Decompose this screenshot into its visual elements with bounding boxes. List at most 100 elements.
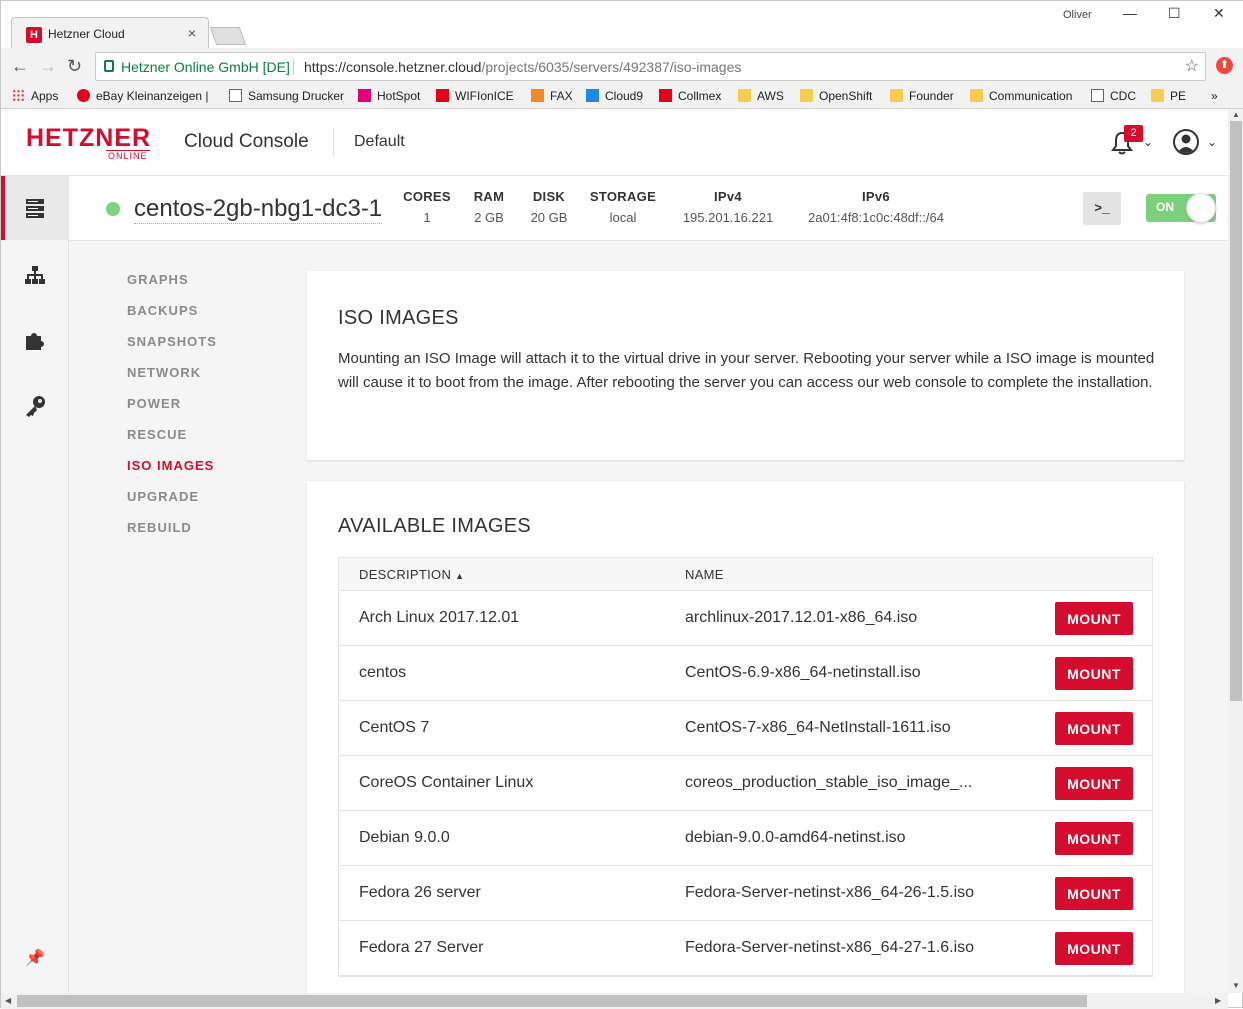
toggle-knob (1186, 193, 1216, 223)
submenu-upgrade[interactable]: UPGRADE (127, 489, 199, 504)
submenu-rescue[interactable]: RESCUE (127, 427, 187, 442)
close-tab-icon[interactable]: × (188, 25, 196, 41)
url-text[interactable]: https://console.hetzner.cloud/projects/6… (304, 59, 741, 75)
profile-name[interactable]: Oliver (1063, 9, 1092, 21)
bookmark-label: HotSpot (377, 89, 421, 103)
bookmark-cdc[interactable]: CDC (1091, 89, 1136, 103)
horizontal-scrollbar[interactable]: ◀ ▶ (1, 993, 1228, 1009)
extension-icon[interactable]: ⬆ (1216, 57, 1233, 74)
spec-value[interactable]: 195.201.16.221 (673, 210, 783, 225)
bookmarks-overflow-icon[interactable]: » (1211, 89, 1218, 103)
new-tab-button[interactable] (209, 27, 247, 45)
spec-label: CORES (403, 189, 451, 204)
submenu-backups[interactable]: BACKUPS (127, 303, 198, 318)
chevron-down-icon[interactable]: ⌄ (1207, 135, 1217, 149)
mount-button[interactable]: MOUNT (1055, 932, 1133, 965)
mount-button[interactable]: MOUNT (1055, 767, 1133, 800)
scroll-right-icon[interactable]: ▶ (1215, 996, 1221, 1005)
server-name[interactable]: centos-2gb-nbg1-dc3-1 (134, 195, 383, 224)
bookmark-star-icon[interactable]: ☆ (1185, 56, 1199, 76)
address-bar[interactable]: Hetzner Online GmbH [DE] https://console… (95, 52, 1206, 81)
bookmark-hotspot[interactable]: HotSpot (358, 89, 420, 103)
close-window-icon[interactable]: ✕ (1213, 5, 1225, 22)
minimize-icon[interactable]: — (1123, 5, 1137, 21)
hetzner-logo[interactable]: HETZNER ONLINE (26, 126, 151, 162)
bookmark-collmex[interactable]: Collmex (659, 89, 721, 103)
available-images-title: AVAILABLE IMAGES (338, 515, 532, 537)
horizontal-scroll-thumb[interactable] (17, 995, 1087, 1007)
column-header-description[interactable]: DESCRIPTION ▲ (359, 567, 464, 582)
spec-value[interactable]: 2a01:4f8:1c0c:48df::/64 (796, 210, 956, 225)
bookmark-samsung[interactable]: Samsung Drucker (229, 89, 344, 103)
column-header-name[interactable]: NAME (685, 567, 724, 582)
tab-strip: H Hetzner Cloud × Oliver — ☐ ✕ (1, 1, 1243, 49)
network-sitemap-icon[interactable] (23, 263, 47, 287)
chevron-down-icon[interactable]: ⌄ (1143, 135, 1153, 149)
spec-disk: DISK 20 GB (524, 189, 574, 225)
mount-button[interactable]: MOUNT (1055, 877, 1133, 910)
bookmark-fax[interactable]: FAX (531, 89, 573, 103)
image-filename: Fedora-Server-netinst-x86_64-26-1.5.iso (685, 884, 975, 901)
bookmark-cloud9[interactable]: Cloud9 (586, 89, 643, 103)
bookmark-founder[interactable]: Founder (890, 89, 954, 103)
bookmark-aws[interactable]: AWS (738, 89, 784, 103)
bookmark-pe[interactable]: PE (1151, 89, 1186, 103)
pin-icon[interactable]: 📌 (23, 948, 47, 972)
mount-button[interactable]: MOUNT (1055, 657, 1133, 690)
submenu-network[interactable]: NETWORK (127, 365, 201, 380)
scroll-down-icon[interactable]: ▼ (1232, 981, 1240, 990)
vertical-scrollbar[interactable]: ▲ ▼ (1228, 109, 1243, 993)
submenu-power[interactable]: POWER (127, 396, 181, 411)
puzzle-icon[interactable] (23, 328, 47, 352)
table-header: DESCRIPTION ▲ NAME (339, 558, 1152, 591)
bookmark-label: AWS (757, 89, 784, 103)
bookmark-ebay[interactable]: eBay Kleinanzeigen | (77, 89, 209, 103)
project-selector[interactable]: Default (354, 133, 405, 151)
app-header: HETZNER ONLINE Cloud Console Default 2 ⌄… (1, 109, 1228, 176)
ev-certificate-label[interactable]: Hetzner Online GmbH [DE] (121, 59, 290, 75)
back-arrow-icon[interactable]: ← (11, 56, 29, 77)
folder-icon (970, 89, 983, 102)
submenu-iso-images[interactable]: ISO IMAGES (127, 458, 214, 473)
bookmark-apps[interactable]: Apps (12, 89, 58, 103)
vertical-scroll-thumb[interactable] (1230, 121, 1242, 701)
images-table: DESCRIPTION ▲ NAME Arch Linux 2017.12.01… (338, 557, 1153, 977)
scroll-up-icon[interactable]: ▲ (1232, 110, 1240, 119)
mount-button[interactable]: MOUNT (1055, 822, 1133, 855)
reload-icon[interactable]: ↻ (67, 56, 82, 77)
bookmark-label: WIFIonICE (455, 89, 514, 103)
image-description: Fedora 26 server (359, 884, 481, 901)
bookmark-openshift[interactable]: OpenShift (800, 89, 872, 103)
mount-button[interactable]: MOUNT (1055, 712, 1133, 745)
image-filename: coreos_production_stable_iso_image_... (685, 774, 973, 791)
scroll-left-icon[interactable]: ◀ (5, 996, 11, 1005)
bookmark-wifionice[interactable]: WIFIonICE (436, 89, 514, 103)
submenu-graphs[interactable]: GRAPHS (127, 272, 189, 287)
rail-item-servers[interactable] (1, 176, 69, 240)
bookmark-label: eBay Kleinanzeigen | (96, 89, 209, 103)
db-icon (436, 89, 449, 102)
console-button[interactable]: >_ (1083, 192, 1121, 225)
submenu-rebuild[interactable]: REBUILD (127, 520, 192, 535)
image-filename: CentOS-7-x86_64-NetInstall-1611.iso (685, 719, 951, 736)
spec-label: IPv4 (714, 189, 742, 204)
bookmark-communication[interactable]: Communication (970, 89, 1072, 103)
page-icon (1091, 89, 1104, 102)
image-description: Fedora 27 Server (359, 939, 484, 956)
notification-count-badge: 2 (1124, 125, 1143, 142)
lock-icon (104, 60, 114, 72)
submenu-snapshots[interactable]: SNAPSHOTS (127, 334, 217, 349)
sort-ascending-icon: ▲ (455, 571, 465, 581)
maximize-icon[interactable]: ☐ (1168, 5, 1181, 22)
user-avatar-icon[interactable] (1173, 129, 1199, 155)
power-toggle[interactable]: ON (1146, 193, 1216, 223)
spec-label: DISK (532, 189, 566, 204)
mount-button[interactable]: MOUNT (1055, 602, 1133, 635)
key-icon[interactable] (23, 394, 47, 418)
url-host: https://console.hetzner.cloud (304, 59, 482, 75)
folder-icon (800, 89, 813, 102)
browser-tab[interactable]: H Hetzner Cloud × (11, 17, 209, 49)
table-row: Fedora 26 server Fedora-Server-netinst-x8… (339, 866, 1152, 921)
spec-label: RAM (473, 189, 505, 204)
forward-arrow-icon[interactable]: → (39, 56, 57, 77)
